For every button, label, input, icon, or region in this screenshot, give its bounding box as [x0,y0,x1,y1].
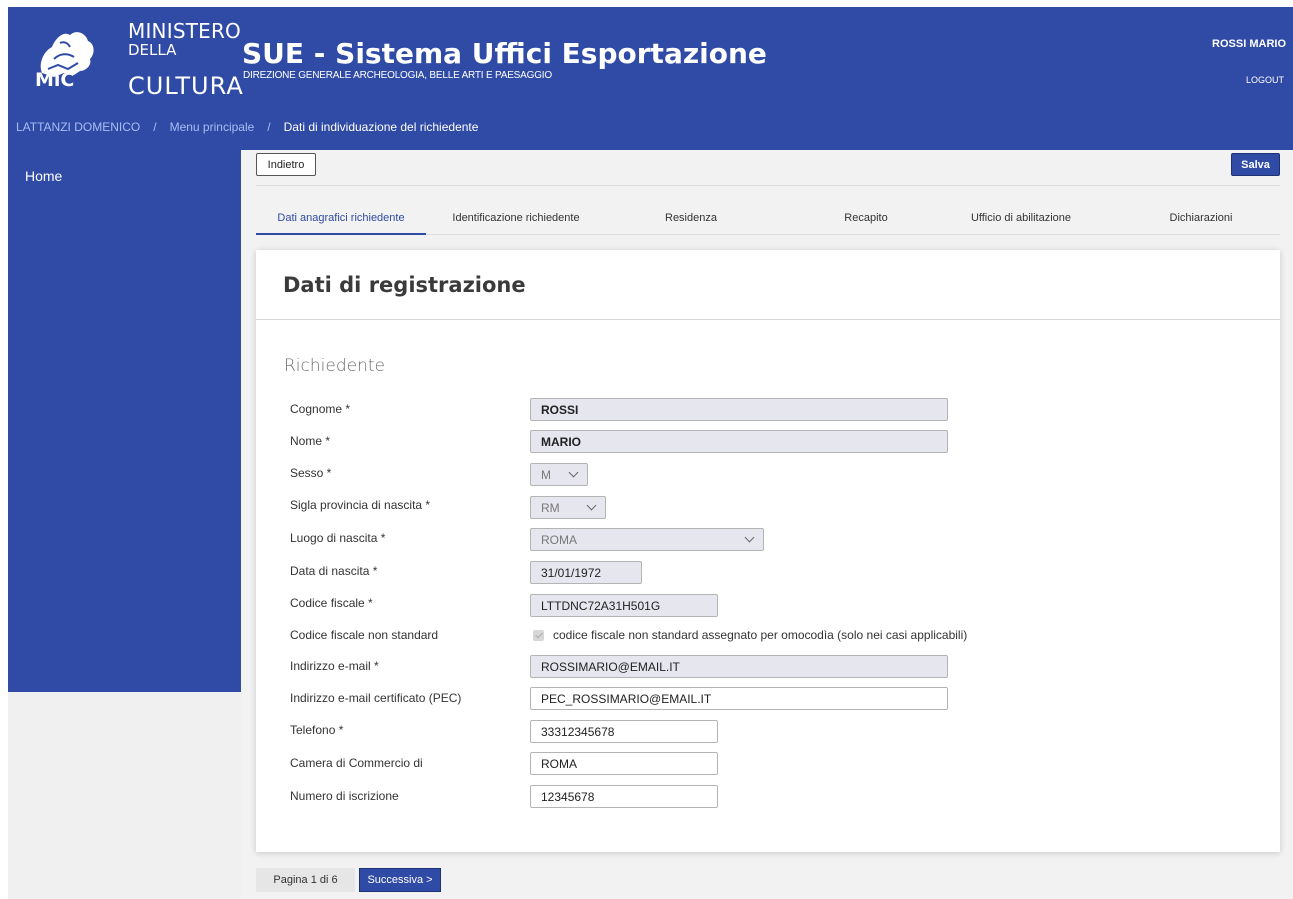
cf-non-standard-checkbox[interactable] [533,630,544,641]
next-page-button[interactable]: Successiva > [359,868,441,892]
breadcrumb-separator: / [267,120,271,134]
sidebar: Home [8,150,241,692]
nome-field[interactable]: MARIO [530,430,948,453]
provincia-value: RM [541,500,560,515]
luogo-select[interactable]: ROMA [530,528,764,551]
sidebar-item-home[interactable]: Home [25,168,62,184]
app-title: SUE - Sistema Uffici Esportazione [242,37,767,70]
email-field[interactable]: ROSSIMARIO@EMAIL.IT [530,655,948,678]
breadcrumb: LATTANZI DOMENICO / Menu principale / Dati d… [16,120,478,150]
codice-fiscale-field[interactable]: LTTDNC72A31H501G [530,594,718,617]
logo-line-cultura: CULTURA [128,72,244,100]
cognome-label: Cognome * [290,402,351,416]
cf-non-standard-label: Codice fiscale non standard [290,628,439,642]
top-header: MINISTERO DELLA CULTURA MiC SUE - Sistem… [8,7,1293,150]
sesso-label: Sesso * [290,466,332,480]
telefono-label: Telefono * [290,723,344,737]
chevron-down-icon [744,532,755,543]
provincia-label: Sigla provincia di nascita * [290,498,431,512]
tab-identificazione[interactable]: Identificazione richiedente [431,201,601,235]
provincia-select[interactable]: RM [530,496,606,519]
sidebar-filler [8,692,241,899]
data-nascita-field[interactable]: 31/01/1972 [530,561,642,584]
breadcrumb-user[interactable]: LATTANZI DOMENICO [16,120,140,134]
logo-line-della: DELLA [128,41,177,59]
pec-field[interactable]: PEC_ROSSIMARIO@EMAIL.IT [530,687,948,710]
card-title: Dati di registrazione [283,273,526,297]
cf-non-standard-checkbox-label: codice fiscale non standard assegnato pe… [553,628,968,642]
email-label: Indirizzo e-mail * [290,659,379,673]
luogo-label: Luogo di nascita * [290,531,386,545]
camera-commercio-field[interactable]: ROMA [530,752,718,775]
numero-iscrizione-field[interactable]: 12345678 [530,785,718,808]
tab-dati-anagrafici[interactable]: Dati anagrafici richiedente [256,201,426,235]
app-subtitle: DIREZIONE GENERALE ARCHEOLOGIA, BELLE AR… [243,70,552,81]
cognome-field[interactable]: ROSSI [530,398,948,421]
breadcrumb-current: Dati di individuazione del richiedente [283,120,479,134]
tab-ufficio-abilitazione[interactable]: Ufficio di abilitazione [936,201,1106,235]
sesso-select[interactable]: M [530,463,588,486]
check-icon [534,630,543,639]
sesso-value: M [541,467,551,482]
tab-dichiarazioni[interactable]: Dichiarazioni [1116,201,1286,235]
tab-recapito[interactable]: Recapito [781,201,951,235]
logo-abbr: MiC [35,69,75,91]
toolbar-divider [256,185,1280,186]
section-title: Richiedente [284,356,385,376]
camera-commercio-label: Camera di Commercio di [290,756,423,770]
luogo-value: ROMA [541,532,577,547]
logout-link[interactable]: LOGOUT [1246,75,1284,85]
data-nascita-label: Data di nascita * [290,564,378,578]
tab-bar: Dati anagrafici richiedente Identificazi… [256,201,1280,235]
pager-info: Pagina 1 di 6 [256,868,355,892]
numero-iscrizione-label: Numero di iscrizione [290,789,399,803]
registration-card: Dati di registrazione Richiedente Cognom… [256,250,1280,852]
card-header: Dati di registrazione [256,250,1280,320]
pec-label: Indirizzo e-mail certificato (PEC) [290,691,462,705]
nome-label: Nome * [290,434,331,448]
breadcrumb-menu-principale[interactable]: Menu principale [170,120,255,134]
chevron-down-icon [586,500,597,511]
codice-fiscale-label: Codice fiscale * [290,596,373,610]
tab-residenza[interactable]: Residenza [606,201,776,235]
ministry-logo[interactable]: MINISTERO DELLA CULTURA MiC [34,13,243,103]
save-button[interactable]: Salva [1231,153,1280,176]
user-name[interactable]: ROSSI MARIO [1212,38,1286,50]
chevron-down-icon [568,467,579,478]
breadcrumb-separator: / [153,120,157,134]
logo-line-ministero: MINISTERO [128,19,242,43]
telefono-field[interactable]: 33312345678 [530,720,718,743]
back-button[interactable]: Indietro [256,153,316,176]
